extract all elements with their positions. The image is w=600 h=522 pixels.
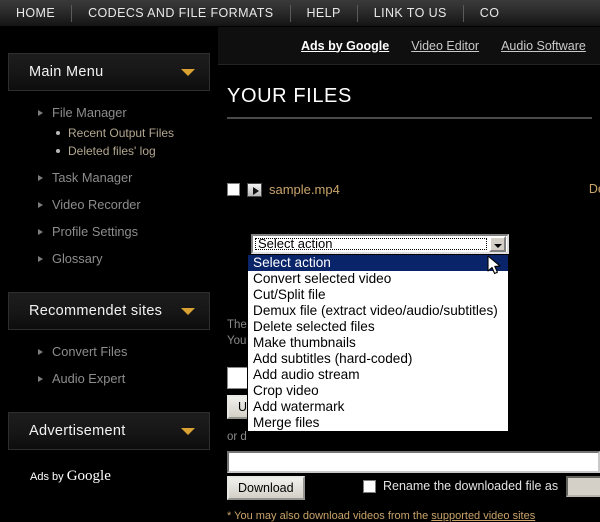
arrow-right-icon (38, 375, 43, 382)
sidebar-panel-advertisement[interactable]: Advertisement (8, 412, 210, 450)
nav-item-contact[interactable]: CO (464, 0, 516, 26)
arrow-right-icon (38, 201, 43, 208)
sidebar-item-label: File Manager (52, 105, 127, 120)
caret-down-icon[interactable] (181, 427, 195, 435)
sidebar-panel-title: Advertisement (29, 423, 126, 439)
sidebar-item-label: Glossary (52, 251, 103, 266)
footnote: * You may also download videos from the … (227, 510, 535, 522)
mouse-pointer-icon (487, 255, 501, 275)
sidebar-item-deleted-files-log[interactable]: Deleted files' log (0, 142, 218, 160)
action-option-demux-file[interactable]: Demux file (extract video/audio/subtitle… (248, 303, 508, 319)
sidebar-item-label: Profile Settings (52, 224, 139, 239)
action-option-cut-split-file[interactable]: Cut/Split file (248, 287, 508, 303)
action-option-select-action[interactable]: Select action (248, 255, 508, 271)
or-download-label: or d (227, 431, 247, 443)
ad-link-audio-software[interactable]: Audio Software (501, 39, 586, 53)
sidebar-item-convert-files[interactable]: Convert Files (0, 340, 218, 363)
arrow-right-icon (38, 228, 43, 235)
list-item: Task Manager (0, 160, 218, 189)
caret-down-icon[interactable] (181, 307, 195, 315)
google-wordmark: Google (66, 468, 111, 484)
sidebar-item-label: Convert Files (52, 344, 128, 359)
file-list-row: sample.mp4 Delet (227, 182, 600, 197)
download-button[interactable]: Download (227, 476, 305, 500)
chevron-down-icon[interactable] (489, 236, 506, 252)
action-select-options[interactable]: Select action Convert selected video Cut… (247, 254, 509, 432)
page-title: YOUR FILES (227, 85, 592, 119)
arrow-right-icon (38, 348, 43, 355)
sidebar-item-glossary[interactable]: Glossary (0, 243, 218, 270)
sidebar-item-audio-expert[interactable]: Audio Expert (0, 363, 218, 390)
sidebar-item-label: Task Manager (52, 170, 133, 185)
ad-link-video-editor[interactable]: Video Editor (411, 39, 479, 53)
action-option-add-watermark[interactable]: Add watermark (248, 399, 508, 415)
sidebar-item-label: Deleted files' log (68, 144, 156, 158)
nav-item-link-to-us[interactable]: LINK TO US (358, 0, 463, 26)
list-item: Glossary (0, 243, 218, 270)
sidebar-item-label: Recent Output Files (68, 126, 175, 140)
sidebar-item-file-manager[interactable]: File Manager (0, 101, 218, 124)
nav-item-home[interactable]: HOME (0, 0, 71, 26)
list-item: Video Recorder (0, 189, 218, 216)
footnote-asterisk: * (227, 510, 232, 522)
delete-file-link[interactable]: Delet (589, 182, 600, 196)
ads-by-google-bar: Ads by Google Video Editor Audio Softwar… (218, 27, 600, 65)
action-option-add-audio-stream[interactable]: Add audio stream (248, 367, 508, 383)
sidebar-panel-main-menu[interactable]: Main Menu (8, 53, 210, 91)
file-select-checkbox[interactable] (227, 183, 240, 196)
action-select[interactable]: Select action (251, 234, 509, 254)
action-option-make-thumbnails[interactable]: Make thumbnails (248, 335, 508, 351)
action-option-add-subtitles[interactable]: Add subtitles (hard-coded) (248, 351, 508, 367)
rename-checkbox[interactable] (363, 479, 376, 493)
rename-downloaded-file-option: Rename the downloaded file as (363, 479, 558, 493)
sidebar-item-recent-output-files[interactable]: Recent Output Files (0, 124, 218, 142)
action-option-merge-files[interactable]: Merge files (248, 415, 508, 431)
arrow-right-icon (38, 255, 43, 262)
supported-video-sites-link[interactable]: supported video sites (431, 510, 535, 522)
file-name-label[interactable]: sample.mp4 (269, 182, 340, 197)
action-option-delete-selected-files[interactable]: Delete selected files (248, 319, 508, 335)
top-navigation-bar: HOME CODECS AND FILE FORMATS HELP LINK T… (0, 0, 600, 27)
list-item: Profile Settings (0, 216, 218, 243)
sidebar-panel-recommended-sites[interactable]: Recommendet sites (8, 292, 210, 330)
caret-down-icon[interactable] (181, 68, 195, 76)
sidebar-panel-title: Recommendet sites (29, 303, 163, 319)
sidebar-ads-by-google-label: Ads by Google (30, 468, 218, 485)
bullet-icon (56, 131, 60, 135)
rename-filename-input[interactable] (566, 476, 600, 497)
sidebar-menu-main: File Manager Recent Output Files Deleted… (0, 101, 218, 270)
list-item: Convert Files (0, 340, 218, 363)
arrow-right-icon (38, 109, 43, 116)
nav-item-codecs-and-file-formats[interactable]: CODECS AND FILE FORMATS (72, 0, 289, 26)
ads-by-prefix: Ads by (30, 471, 67, 483)
sidebar-menu-recommended: Convert Files Audio Expert (0, 340, 218, 390)
nav-item-help[interactable]: HELP (291, 0, 357, 26)
footnote-text: You may also download videos from the (234, 510, 432, 522)
action-select-value: Select action (254, 237, 488, 251)
action-option-crop-video[interactable]: Crop video (248, 383, 508, 399)
download-url-input[interactable] (227, 451, 600, 473)
upload-checkbox[interactable] (227, 367, 249, 389)
list-item: Audio Expert (0, 363, 218, 390)
arrow-right-icon (38, 174, 43, 181)
action-option-convert-selected-video[interactable]: Convert selected video (248, 271, 508, 287)
list-item: File Manager Recent Output Files Deleted… (0, 101, 218, 160)
ads-by-google-link[interactable]: Ads by Google (301, 39, 389, 53)
sidebar-item-profile-settings[interactable]: Profile Settings (0, 216, 218, 243)
sidebar-item-video-recorder[interactable]: Video Recorder (0, 189, 218, 216)
sidebar-item-label: Video Recorder (52, 197, 141, 212)
bullet-icon (56, 149, 60, 153)
sidebar-panel-title: Main Menu (29, 64, 104, 80)
sidebar: Main Menu File Manager Recent Output Fil… (0, 27, 218, 511)
sidebar-item-label: Audio Expert (52, 371, 126, 386)
sidebar-item-task-manager[interactable]: Task Manager (0, 160, 218, 189)
rename-label: Rename the downloaded file as (383, 479, 559, 493)
play-icon[interactable] (247, 182, 262, 197)
